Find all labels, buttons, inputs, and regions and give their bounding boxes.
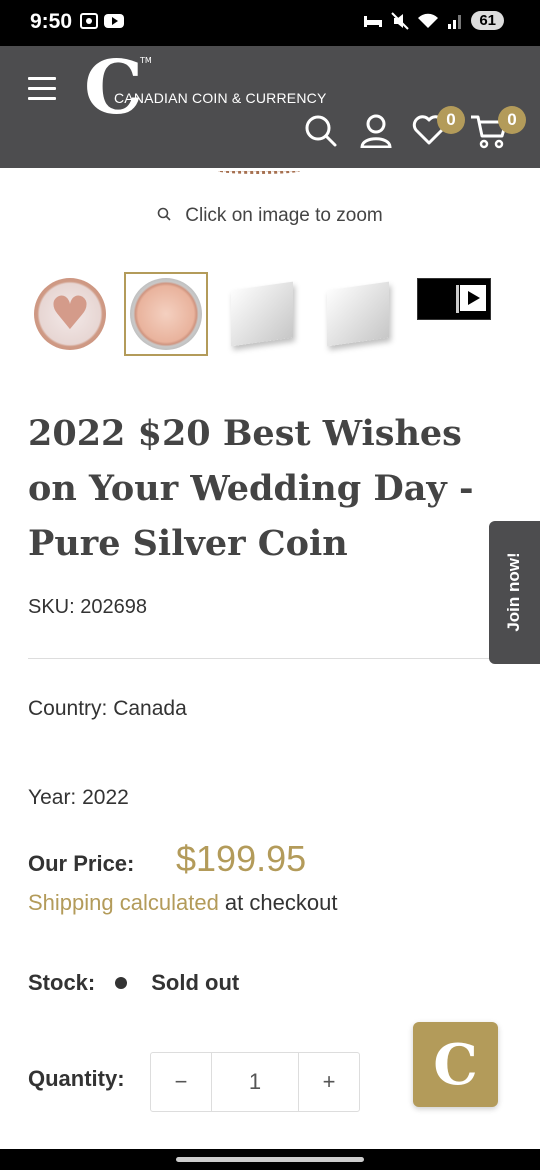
shipping-text: at checkout [218,890,338,915]
zoom-hint-text: Click on image to zoom [185,205,383,226]
youtube-icon [104,14,124,28]
thumbnail-box-closed[interactable] [220,272,304,356]
price-value: $199.95 [176,838,307,879]
product-title: 2022 $20 Best Wishes on Your Wedding Day… [28,413,474,564]
quantity-label: Quantity: [28,1066,125,1091]
home-gesture-bar[interactable] [176,1157,364,1162]
join-now-label: Join now! [504,552,523,632]
shipping-info: Shipping calculated at checkout [28,890,337,916]
mute-icon [391,11,410,30]
stock-row: Stock: Sold out [28,970,259,996]
zoom-hint: Click on image to zoom [0,205,540,227]
screenshot-icon [80,13,98,29]
box-sleeve-image [327,281,389,347]
logo-letter: C [84,45,143,131]
system-nav-bar [0,1149,540,1170]
thumbnail-box-sleeve[interactable] [316,272,400,356]
video-thumbnail-image [417,278,491,320]
account-icon[interactable] [360,114,392,148]
product-year: Year: 2022 [28,786,129,809]
logo-trademark: TM [140,56,152,65]
product-thumbnails [28,272,508,358]
thumbnail-coin-obverse[interactable] [124,272,208,356]
battery-indicator: 61 [471,11,504,30]
play-icon [460,285,486,311]
quantity-decrease-button[interactable]: − [151,1053,211,1111]
site-header: C TM CANADIAN COIN & CURRENCY 0 0 [0,46,540,168]
thumbnail-coin-reverse[interactable] [28,272,112,356]
signal-icon [448,14,462,29]
chat-launcher-button[interactable]: C [413,1022,498,1107]
product-country: Country: Canada [28,697,187,720]
header-actions: 0 0 [300,106,540,158]
price-label: Our Price: [28,851,135,876]
status-notification-icons [80,12,124,30]
coin-heart-image [34,278,106,350]
quantity-input[interactable]: 1 [211,1053,299,1111]
status-time: 9:50 [30,10,73,33]
wishlist-count-badge: 0 [437,106,465,134]
chat-launcher-logo: C [433,1031,478,1098]
price-row: Our Price: $199.95 [28,838,306,880]
zoom-icon [157,205,171,227]
stock-status-dot [115,977,128,989]
stock-label: Stock: [28,970,96,995]
main-product-image-edge[interactable] [218,168,300,174]
stock-status: Sold out [151,970,240,995]
box-image [231,281,293,347]
hamburger-menu-icon[interactable] [28,77,56,100]
coin-queen-image [130,278,202,350]
shipping-calculated-link[interactable]: Shipping calculated [28,890,219,915]
join-now-tab[interactable]: Join now! [489,521,540,664]
site-logo[interactable]: C TM CANADIAN COIN & CURRENCY [84,45,326,131]
search-icon[interactable] [304,114,338,148]
status-bar: 9:50 61 [0,0,540,46]
quantity-increase-button[interactable]: + [299,1053,359,1111]
product-sku: SKU: 202698 [28,596,147,618]
wifi-icon [418,13,439,28]
status-system-icons: 61 [363,11,504,30]
logo-text: CANADIAN COIN & CURRENCY [114,90,327,106]
cart-count-badge: 0 [498,106,526,134]
sleep-mode-icon [364,15,383,27]
thumbnail-video[interactable] [412,272,496,356]
quantity-stepper: − 1 + [150,1052,360,1112]
divider [28,658,512,659]
